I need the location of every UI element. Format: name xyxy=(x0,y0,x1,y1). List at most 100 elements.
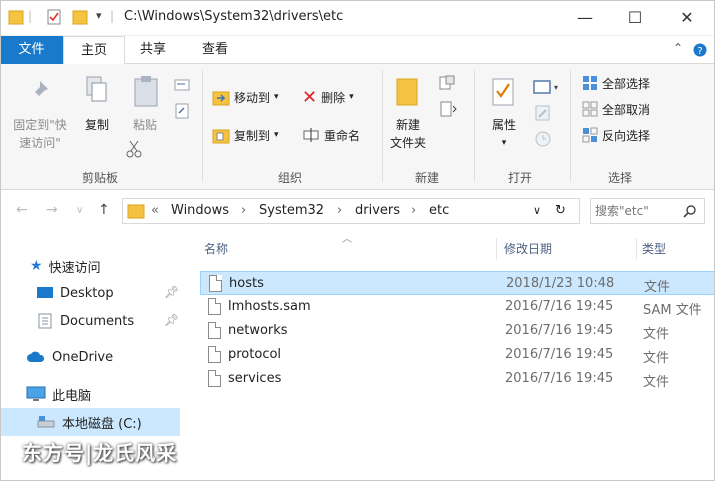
file-row-hosts[interactable]: hosts 2018/1/23 10:48 文件 xyxy=(200,271,715,295)
help-icon[interactable]: ? xyxy=(693,43,707,57)
open-icon[interactable]: ▾ xyxy=(532,78,558,96)
search-box[interactable] xyxy=(590,198,705,224)
group-label-open: 打开 xyxy=(507,171,532,185)
chevron-down-icon: ▾ xyxy=(501,138,507,148)
address-dropdown-icon[interactable]: ∨ xyxy=(533,204,541,217)
properties-quick-icon[interactable] xyxy=(46,8,62,26)
new-folder-icon xyxy=(396,78,418,106)
tab-share[interactable]: 共享 xyxy=(128,36,178,64)
column-header-date[interactable]: 修改日期 xyxy=(504,240,552,257)
copy-button[interactable]: 复制 xyxy=(80,116,114,134)
pin-icon[interactable]: 📌︎ xyxy=(164,313,179,327)
desktop-icon xyxy=(37,287,53,298)
folder-icon xyxy=(8,10,24,25)
minimize-button[interactable]: — xyxy=(570,6,600,28)
column-header-name[interactable]: 名称 xyxy=(204,240,228,257)
tab-view[interactable]: 查看 xyxy=(190,36,240,64)
quick-access-dropdown-icon[interactable]: ▾ xyxy=(96,9,102,22)
collapse-ribbon-icon[interactable]: ⌃ xyxy=(673,41,683,55)
file-name: services xyxy=(228,371,282,386)
file-row-services[interactable]: services 2016/7/16 19:45 文件 xyxy=(200,367,715,391)
back-arrow-icon[interactable]: ← xyxy=(16,202,28,218)
copy-to-button[interactable]: 复制到 ▾ xyxy=(212,124,279,146)
file-row-lmhosts[interactable]: lmhosts.sam 2016/7/16 19:45 SAM 文件 xyxy=(200,295,715,319)
nav-local-disk[interactable]: 本地磁盘 (C:) xyxy=(36,410,142,434)
breadcrumb-separator[interactable]: › xyxy=(337,203,342,218)
new-folder-quick-icon[interactable] xyxy=(72,8,88,26)
breadcrumb-etc[interactable]: etc xyxy=(429,203,449,218)
properties-icon xyxy=(492,78,514,106)
move-to-button[interactable]: 移动到 ▾ xyxy=(212,86,279,108)
recent-locations-chevron-icon[interactable]: ∨ xyxy=(76,205,83,216)
cut-icon[interactable] xyxy=(126,140,142,158)
up-arrow-icon[interactable]: ↑ xyxy=(98,202,110,218)
breadcrumb-system32[interactable]: System32 xyxy=(259,203,324,218)
paste-button[interactable]: 粘贴 xyxy=(128,116,162,134)
chevron-down-icon: ▾ xyxy=(274,130,279,140)
watermark: 东方号|龙氏风采 xyxy=(22,441,178,465)
history-icon[interactable] xyxy=(534,130,552,148)
file-icon xyxy=(209,275,222,292)
breadcrumb-overflow[interactable]: « xyxy=(151,203,159,218)
star-icon: ★ xyxy=(30,258,43,274)
copy-to-icon xyxy=(212,129,230,144)
delete-button[interactable]: ✕ 删除 ▾ xyxy=(302,86,354,108)
nav-documents[interactable]: Documents xyxy=(36,309,134,333)
tab-home[interactable]: 主页 xyxy=(63,36,125,65)
file-icon xyxy=(208,370,221,387)
breadcrumb-windows[interactable]: Windows xyxy=(171,203,229,218)
rename-button[interactable]: 重命名 xyxy=(302,124,360,146)
nav-this-pc[interactable]: 此电脑 xyxy=(26,382,91,406)
tab-file[interactable]: 文件 xyxy=(0,36,63,64)
file-type: 文件 xyxy=(644,280,671,295)
file-row-protocol[interactable]: protocol 2016/7/16 19:45 文件 xyxy=(200,343,715,367)
new-folder-button[interactable]: 新建 文件夹 xyxy=(384,116,432,152)
copy-icon xyxy=(86,76,107,102)
paste-shortcut-icon[interactable] xyxy=(174,102,190,120)
file-list: ︿ 名称 修改日期 类型 hosts 2018/1/23 10:48 文件 lm… xyxy=(186,230,715,481)
svg-text:▾: ▾ xyxy=(554,83,558,92)
breadcrumb-drivers[interactable]: drivers xyxy=(355,203,400,218)
file-type: 文件 xyxy=(643,375,670,390)
file-name: hosts xyxy=(229,276,264,291)
file-row-networks[interactable]: networks 2016/7/16 19:45 文件 xyxy=(200,319,715,343)
properties-button[interactable]: 属性 ▾ xyxy=(484,116,524,152)
onedrive-cloud-icon xyxy=(27,351,45,362)
breadcrumb-separator[interactable]: › xyxy=(241,203,246,218)
select-all-icon xyxy=(583,76,597,90)
sort-ascending-icon: ︿ xyxy=(342,234,352,245)
file-date: 2016/7/16 19:45 xyxy=(505,299,614,314)
rename-icon xyxy=(303,128,319,142)
select-all-button[interactable]: 全部选择 xyxy=(582,72,650,94)
file-name: protocol xyxy=(228,347,282,362)
chevron-down-icon: ▾ xyxy=(274,92,279,102)
pin-icon[interactable]: 📌︎ xyxy=(164,285,179,299)
address-bar[interactable]: « Windows › System32 › drivers › etc ∨ ↻ xyxy=(122,198,580,224)
title-bar: | ▾ | C:\Windows\System32\drivers\etc — … xyxy=(0,0,715,36)
pin-to-quick-access-button[interactable]: 固定到"快 速访问" xyxy=(6,116,74,152)
nav-desktop[interactable]: Desktop xyxy=(36,281,114,305)
select-none-button[interactable]: 全部取消 xyxy=(582,98,650,120)
easy-access-icon[interactable] xyxy=(438,100,460,118)
breadcrumb-separator[interactable]: › xyxy=(411,203,416,218)
refresh-icon[interactable]: ↻ xyxy=(555,203,566,218)
new-item-icon[interactable] xyxy=(438,74,460,92)
nav-onedrive[interactable]: OneDrive xyxy=(26,345,113,369)
nav-quick-access[interactable]: ★ 快速访问 xyxy=(30,254,101,278)
edit-icon[interactable] xyxy=(534,104,552,122)
copy-path-icon[interactable] xyxy=(174,78,190,92)
close-button[interactable]: ✕ xyxy=(672,6,702,28)
file-date: 2016/7/16 19:45 xyxy=(505,347,614,362)
maximize-button[interactable]: ☐ xyxy=(620,6,650,28)
invert-selection-button[interactable]: 反向选择 xyxy=(582,124,650,146)
search-icon[interactable] xyxy=(683,204,697,218)
ribbon: 固定到"快 速访问" 复制 粘贴 剪贴板 移动到 ▾ ✕ 删除 ▾ 复制到 ▾ 重命名… xyxy=(0,64,715,190)
forward-arrow-icon[interactable]: → xyxy=(46,202,58,218)
documents-icon xyxy=(38,313,52,329)
search-input[interactable] xyxy=(595,202,675,220)
column-header-type[interactable]: 类型 xyxy=(642,240,666,257)
ribbon-tabs: 文件 主页 共享 查看 ⌃ ? xyxy=(0,36,715,65)
delete-x-icon: ✕ xyxy=(302,86,318,108)
invert-selection-icon xyxy=(582,127,598,143)
group-label-organize: 组织 xyxy=(277,171,302,185)
